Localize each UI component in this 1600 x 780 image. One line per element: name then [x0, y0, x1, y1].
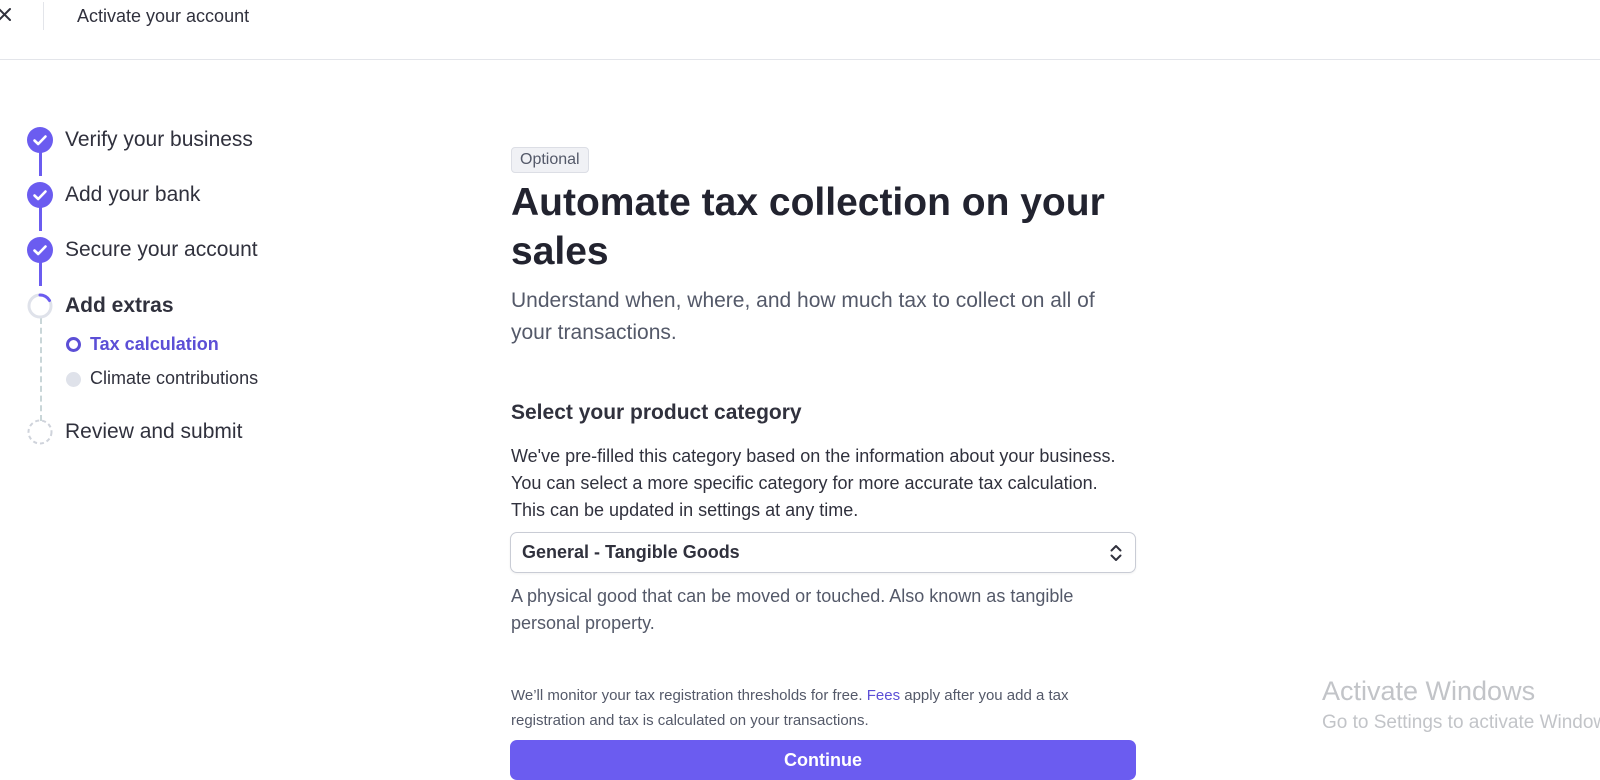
optional-badge: Optional — [511, 147, 589, 173]
check-circle-icon — [27, 127, 53, 153]
check-circle-icon — [27, 237, 53, 263]
footnote-text-before: We’ll monitor your tax registration thre… — [511, 687, 863, 704]
progress-circle-icon — [27, 293, 53, 319]
step-review-submit[interactable]: Review and submit — [65, 419, 242, 445]
pending-circle-icon — [27, 419, 53, 445]
step-add-bank[interactable]: Add your bank — [65, 182, 200, 208]
header-divider — [43, 2, 44, 30]
step-connector — [39, 262, 42, 286]
top-bar: Activate your account — [0, 0, 1600, 60]
continue-button[interactable]: Continue — [510, 740, 1136, 780]
select-value: General - Tangible Goods — [522, 542, 740, 562]
step-secure-account[interactable]: Secure your account — [65, 237, 258, 263]
page-subtitle: Understand when, where, and how much tax… — [511, 289, 1095, 344]
substep-climate-contributions[interactable]: Climate contributions — [90, 367, 258, 389]
step-verify-business[interactable]: Verify your business — [65, 127, 253, 153]
step-connector-dashed — [40, 318, 42, 421]
header-title: Activate your account — [77, 6, 250, 26]
step-add-extras[interactable]: Add extras — [65, 293, 174, 319]
close-icon[interactable] — [0, 4, 18, 28]
substep-pending-dot — [66, 372, 81, 387]
check-circle-icon — [27, 182, 53, 208]
section-title: Select your product category — [511, 401, 802, 424]
fees-link[interactable]: Fees — [867, 687, 900, 704]
page-title: Automate tax collection on your sales — [511, 181, 1105, 273]
product-category-select[interactable]: General - Tangible Goods — [510, 532, 1136, 573]
fees-footnote: We’ll monitor your tax registration thre… — [511, 683, 1141, 733]
substep-active-dot — [66, 337, 81, 352]
category-help-text: A physical good that can be moved or tou… — [511, 586, 1074, 633]
watermark-title: Activate Windows — [1322, 676, 1536, 706]
step-connector — [39, 152, 42, 176]
step-connector — [39, 207, 42, 231]
chevron-up-down-icon — [1110, 545, 1122, 561]
watermark-subtitle: Go to Settings to activate Windows. — [1322, 712, 1600, 733]
substep-tax-calculation[interactable]: Tax calculation — [90, 333, 219, 355]
section-description: We've pre-filled this category based on … — [511, 446, 1116, 520]
